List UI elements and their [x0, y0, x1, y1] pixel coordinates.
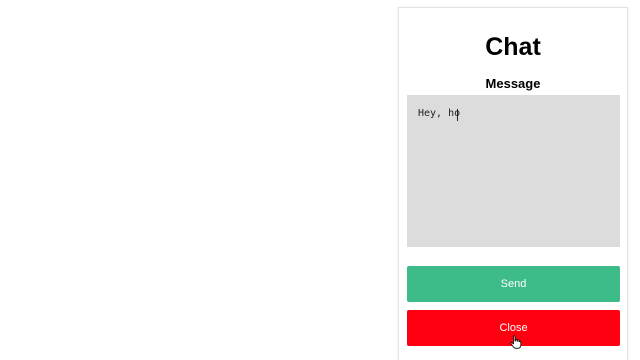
text-caret	[457, 109, 458, 121]
send-button[interactable]: Send	[407, 266, 620, 302]
chat-title: Chat	[485, 33, 541, 61]
chat-panel: Chat Message Hey, ho Send Close	[398, 7, 628, 360]
page: Chat Message Hey, ho Send Close	[0, 0, 640, 360]
hand-pointer-icon	[510, 335, 522, 349]
message-label: Message	[485, 76, 541, 91]
message-input[interactable]: Hey, ho	[407, 95, 620, 247]
